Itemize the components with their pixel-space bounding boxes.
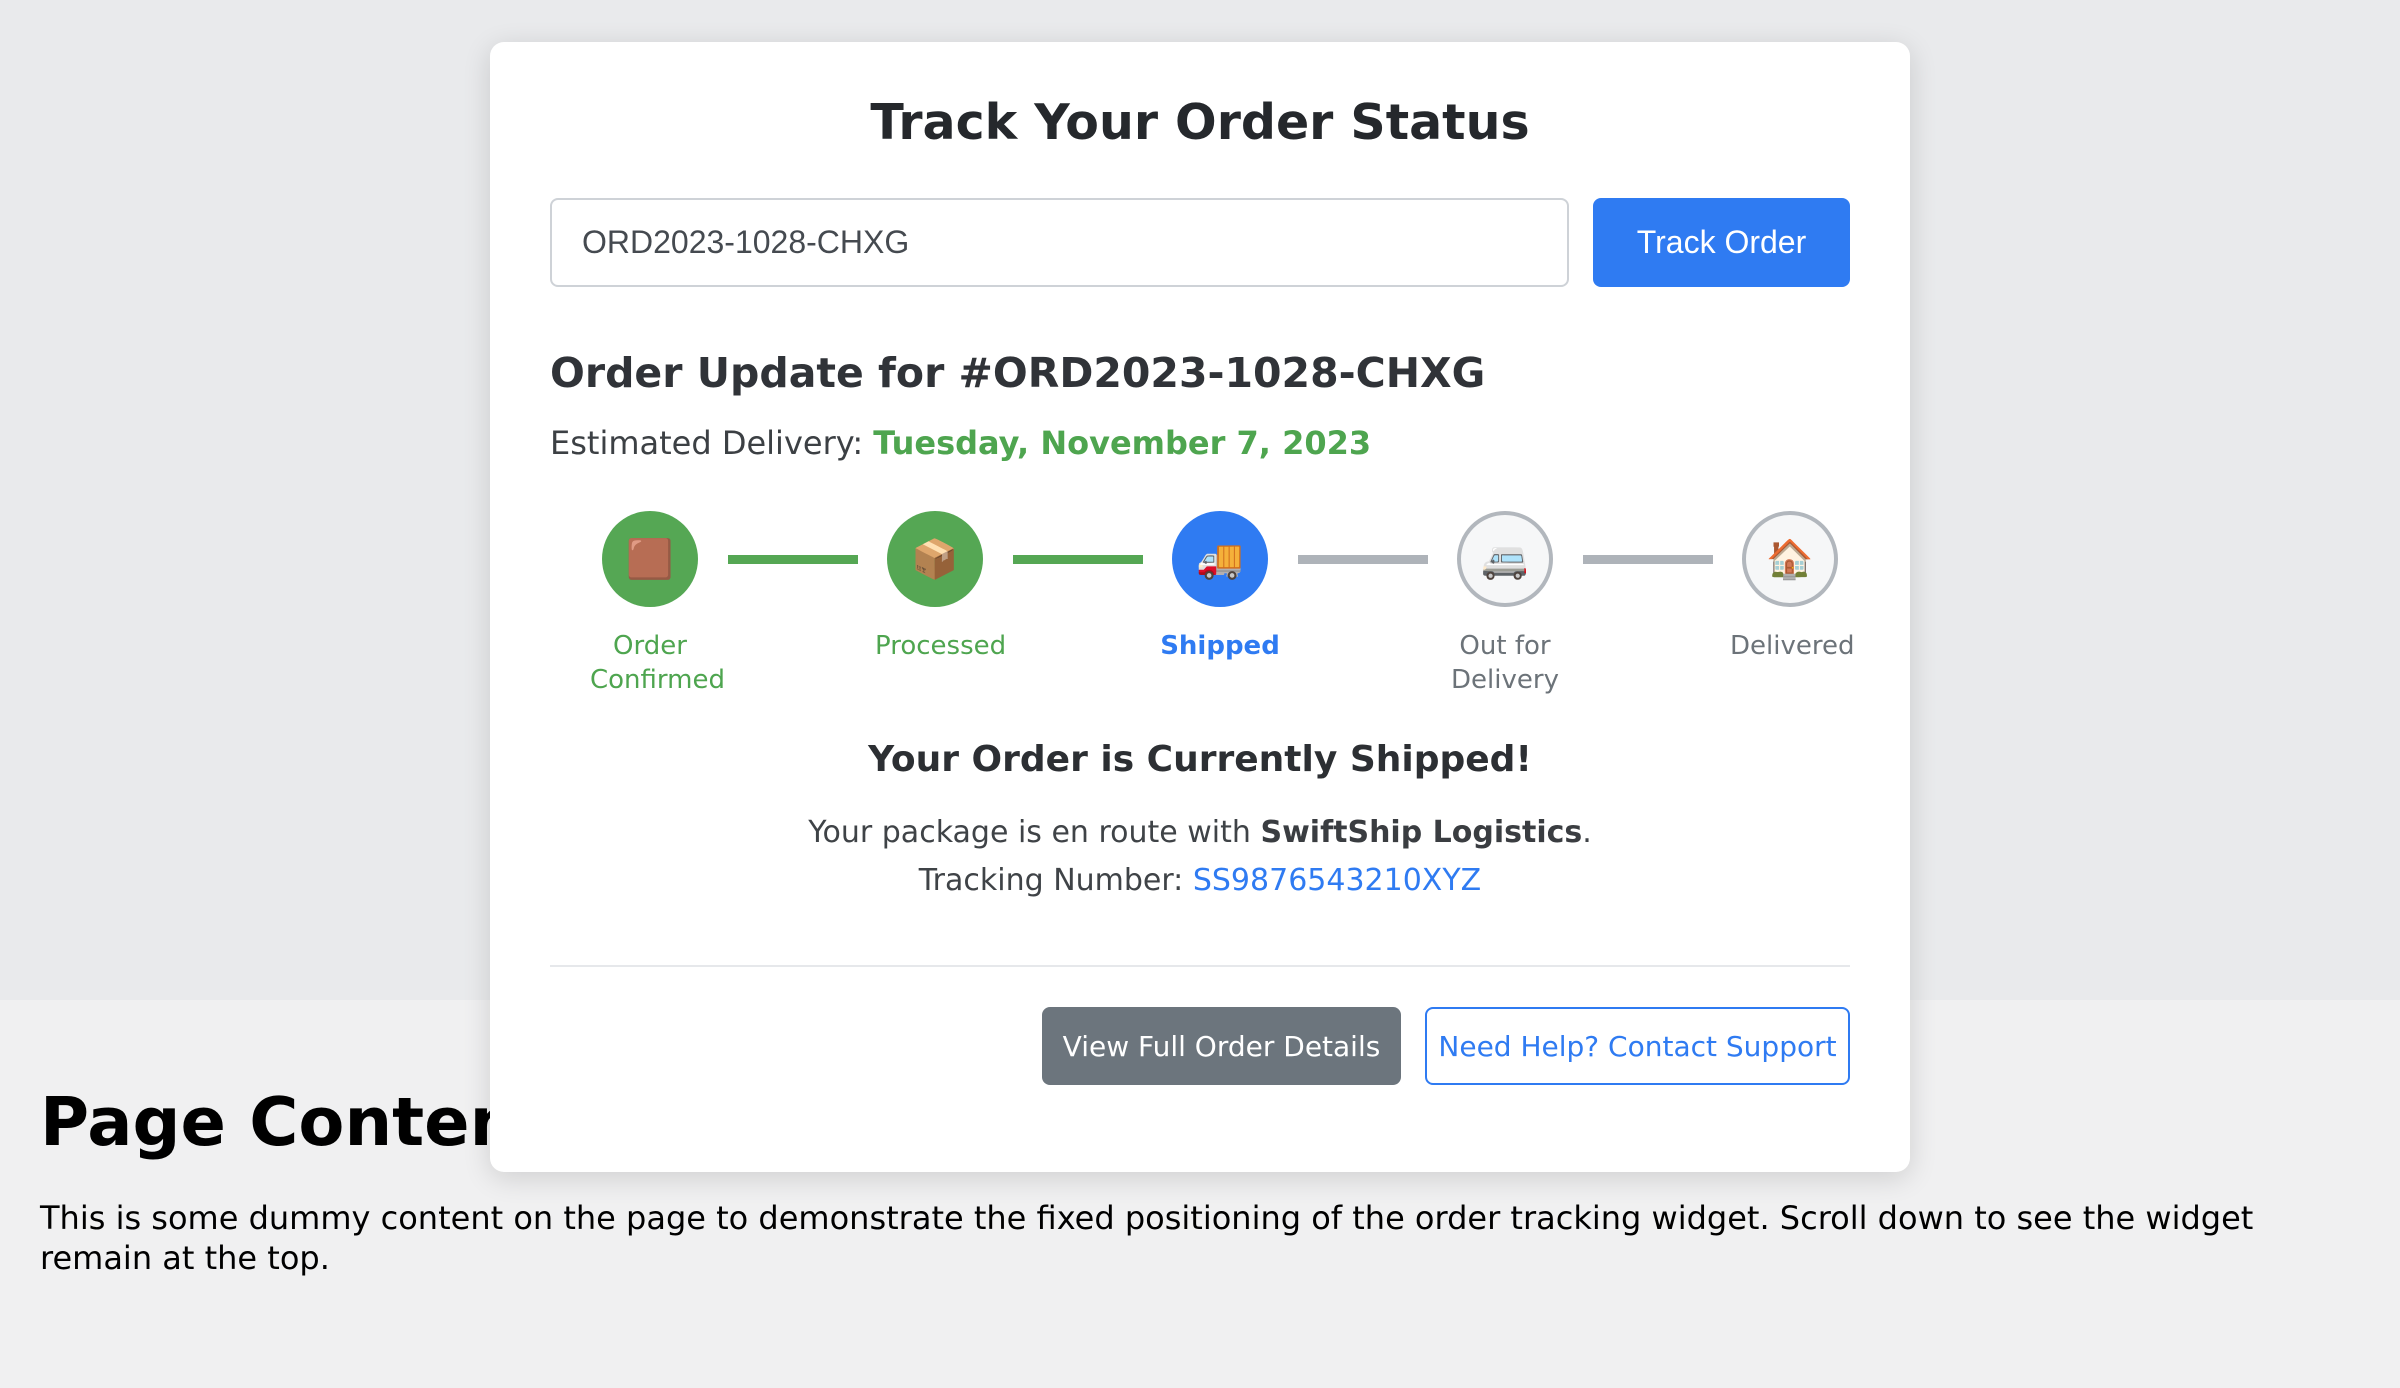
tracking-number-link[interactable]: SS9876543210XYZ	[1193, 863, 1481, 898]
order-number-input[interactable]	[550, 198, 1569, 287]
estimated-delivery: Estimated Delivery: Tuesday, November 7,…	[550, 421, 1850, 465]
tracking-label: Tracking Number:	[918, 863, 1184, 898]
progress-step: 🟫 Order Confirmed	[550, 511, 750, 697]
status-description: Your package is en route with SwiftShip …	[550, 809, 1850, 905]
order-update-title: Order Update for #ORD2023-1028-CHXG	[550, 349, 1486, 397]
progress-step: 🚚 Shipped	[1120, 511, 1320, 663]
widget-title: Track Your Order Status	[870, 94, 1530, 151]
track-order-button[interactable]: Track Order	[1593, 198, 1850, 287]
step-label: Shipped	[1160, 631, 1280, 661]
step-label: Out for Delivery	[1451, 631, 1559, 695]
step-label: Delivered	[1730, 631, 1855, 661]
track-form: Track Order	[550, 198, 1850, 287]
step-label: Order Confirmed	[590, 631, 725, 695]
progress-step: 🚐 Out for Delivery	[1405, 511, 1605, 697]
status-text-suffix: .	[1582, 815, 1592, 850]
progress-steps: 🟫 Order Confirmed 📦 Processed 🚚 Shipped 🚐 Out f…	[550, 511, 1854, 711]
page-body-text: This is some dummy content on the page t…	[40, 1199, 2254, 1277]
status-title: Your Order is Currently Shipped!	[868, 739, 1532, 780]
progress-step: 🏠 Delivered	[1690, 511, 1890, 663]
order-tracking-widget: Track Your Order Status Track Order Orde…	[490, 42, 1910, 1172]
van-icon: 🚐	[1457, 511, 1553, 607]
status-text-prefix: Your package is en route with	[808, 815, 1251, 850]
action-buttons: View Full Order Details Need Help? Conta…	[550, 1007, 1850, 1085]
view-order-details-button[interactable]: View Full Order Details	[1042, 1007, 1401, 1085]
contact-support-button[interactable]: Need Help? Contact Support	[1425, 1007, 1850, 1085]
package-icon: 📦	[887, 511, 983, 607]
carrier-name: SwiftShip Logistics	[1260, 815, 1583, 850]
step-label: Processed	[875, 631, 1007, 661]
eta-date: Tuesday, November 7, 2023	[873, 424, 1372, 462]
status-block: Your Order is Currently Shipped! Your pa…	[550, 737, 1850, 905]
divider	[550, 965, 1850, 967]
progress-step: 📦 Processed	[835, 511, 1035, 663]
delivery-truck-icon: 🚚	[1172, 511, 1268, 607]
box-closed-icon: 🟫	[602, 511, 698, 607]
house-icon: 🏠	[1742, 511, 1838, 607]
eta-label: Estimated Delivery:	[550, 424, 864, 462]
